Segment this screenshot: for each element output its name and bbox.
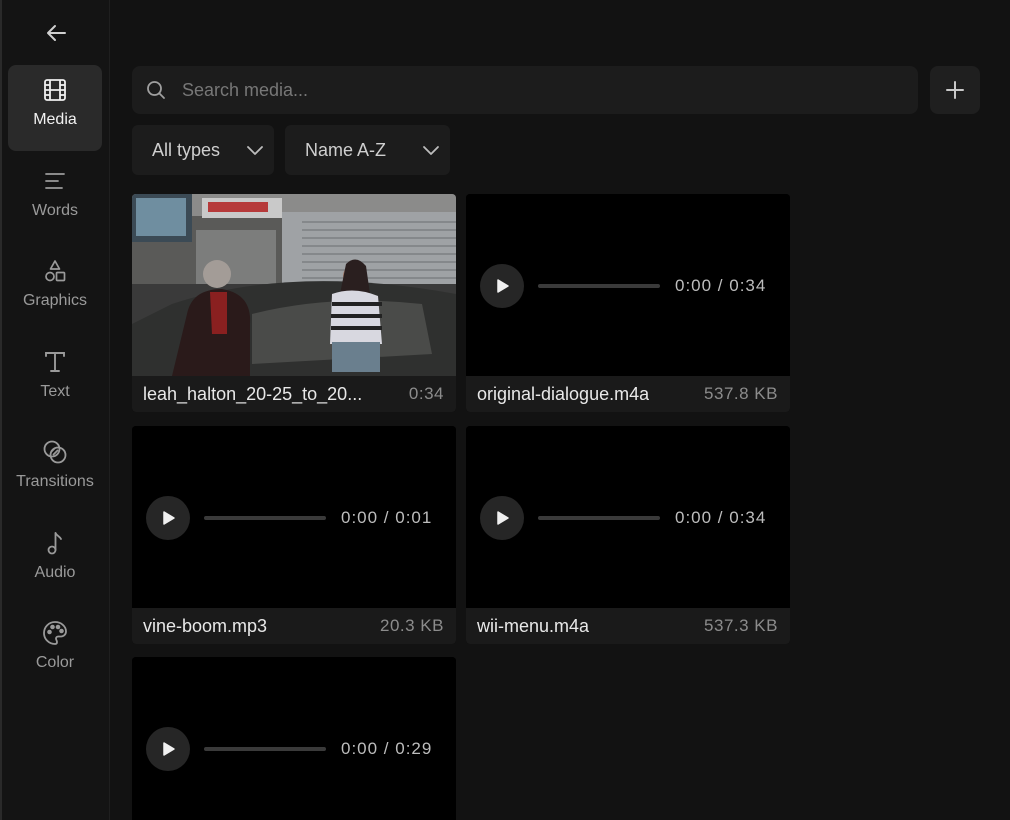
text-t-icon	[42, 349, 68, 375]
media-card-audio[interactable]: 0:00 / 0:01 vine-boom.mp3 20.3 KB	[132, 426, 456, 644]
audio-progress-bar[interactable]	[538, 284, 660, 288]
audio-player: 0:00 / 0:34	[480, 264, 778, 308]
media-card-video[interactable]: leah_halton_20-25_to_20... 0:34	[132, 194, 456, 412]
back-button[interactable]	[40, 18, 72, 48]
media-card-audio[interactable]: 0:00 / 0:34 original-dialogue.m4a 537.8 …	[466, 194, 790, 412]
audio-progress-bar[interactable]	[204, 516, 326, 520]
media-card-footer: leah_halton_20-25_to_20... 0:34	[132, 376, 456, 412]
audio-progress-bar[interactable]	[204, 747, 326, 751]
play-icon	[497, 279, 509, 293]
sidebar-item-text[interactable]: Text	[8, 337, 102, 423]
chevron-down-icon	[423, 146, 439, 155]
audio-preview: 0:00 / 0:34	[466, 194, 790, 376]
sidebar-item-label: Words	[32, 202, 78, 219]
media-card-audio[interactable]: 0:00 / 0:34 wii-menu.m4a 537.3 KB	[466, 426, 790, 644]
play-button[interactable]	[146, 496, 190, 540]
shapes-icon	[42, 258, 68, 284]
audio-time: 0:00 / 0:34	[675, 508, 767, 527]
sidebar-item-label: Media	[33, 111, 77, 128]
sidebar-item-transitions[interactable]: Transitions	[8, 427, 102, 513]
audio-preview: 0:00 / 0:29	[132, 657, 456, 820]
sidebar-item-label: Graphics	[22, 292, 88, 309]
audio-time: 0:00 / 0:01	[341, 508, 433, 527]
sidebar-item-audio[interactable]: Audio	[8, 518, 102, 604]
chevron-down-icon	[247, 146, 263, 155]
media-file-name: vine-boom.mp3	[143, 615, 268, 636]
audio-preview: 0:00 / 0:01	[132, 426, 456, 608]
sidebar-item-label: Color	[35, 654, 75, 671]
plus-icon	[946, 81, 964, 99]
audio-time: 0:00 / 0:34	[675, 276, 767, 295]
audio-preview: 0:00 / 0:34	[466, 426, 790, 608]
play-button[interactable]	[480, 264, 524, 308]
media-file-name: leah_halton_20-25_to_20...	[143, 383, 363, 404]
film-icon	[42, 77, 68, 103]
sidebar-item-label: Transitions	[16, 473, 94, 490]
play-button[interactable]	[146, 727, 190, 771]
sidebar-item-label: Audio	[34, 564, 76, 581]
media-card-audio[interactable]: 0:00 / 0:29	[132, 657, 456, 820]
search-icon	[146, 79, 168, 101]
sort-value: Name A-Z	[305, 139, 387, 160]
audio-progress-bar[interactable]	[538, 516, 660, 520]
sidebar-item-media[interactable]: Media	[8, 65, 102, 151]
audio-player: 0:00 / 0:34	[480, 496, 778, 540]
type-filter-value: All types	[152, 139, 221, 160]
video-thumbnail	[132, 194, 456, 376]
media-file-size: 20.3 KB	[380, 616, 444, 635]
play-icon	[163, 742, 175, 756]
type-filter-dropdown[interactable]: All types	[132, 125, 274, 175]
audio-time: 0:00 / 0:29	[341, 739, 433, 758]
sidebar: Media Words Graphics Text Transitions Au…	[2, 0, 110, 820]
sort-dropdown[interactable]: Name A-Z	[285, 125, 450, 175]
overlap-circles-icon	[42, 439, 68, 465]
sidebar-item-graphics[interactable]: Graphics	[8, 246, 102, 332]
sidebar-item-label: Text	[40, 383, 70, 400]
media-card-footer: wii-menu.m4a 537.3 KB	[466, 608, 790, 644]
add-media-button[interactable]	[930, 66, 980, 114]
arrow-left-icon	[47, 25, 66, 41]
play-button[interactable]	[480, 496, 524, 540]
media-card-footer: original-dialogue.m4a 537.8 KB	[466, 376, 790, 412]
audio-player: 0:00 / 0:29	[146, 727, 444, 771]
play-icon	[163, 511, 175, 525]
media-file-name: wii-menu.m4a	[477, 615, 590, 636]
sidebar-item-color[interactable]: Color	[8, 608, 102, 694]
media-file-name: original-dialogue.m4a	[477, 383, 650, 404]
music-note-icon	[42, 530, 68, 556]
play-icon	[497, 511, 509, 525]
search-bar	[132, 66, 918, 114]
lines-icon	[42, 168, 68, 194]
media-duration: 0:34	[408, 384, 444, 403]
sidebar-item-words[interactable]: Words	[8, 156, 102, 242]
media-file-size: 537.8 KB	[704, 384, 778, 403]
media-file-size: 537.3 KB	[704, 616, 778, 635]
search-input[interactable]	[182, 79, 882, 101]
audio-player: 0:00 / 0:01	[146, 496, 444, 540]
media-card-footer: vine-boom.mp3 20.3 KB	[132, 608, 456, 644]
palette-icon	[42, 620, 68, 646]
